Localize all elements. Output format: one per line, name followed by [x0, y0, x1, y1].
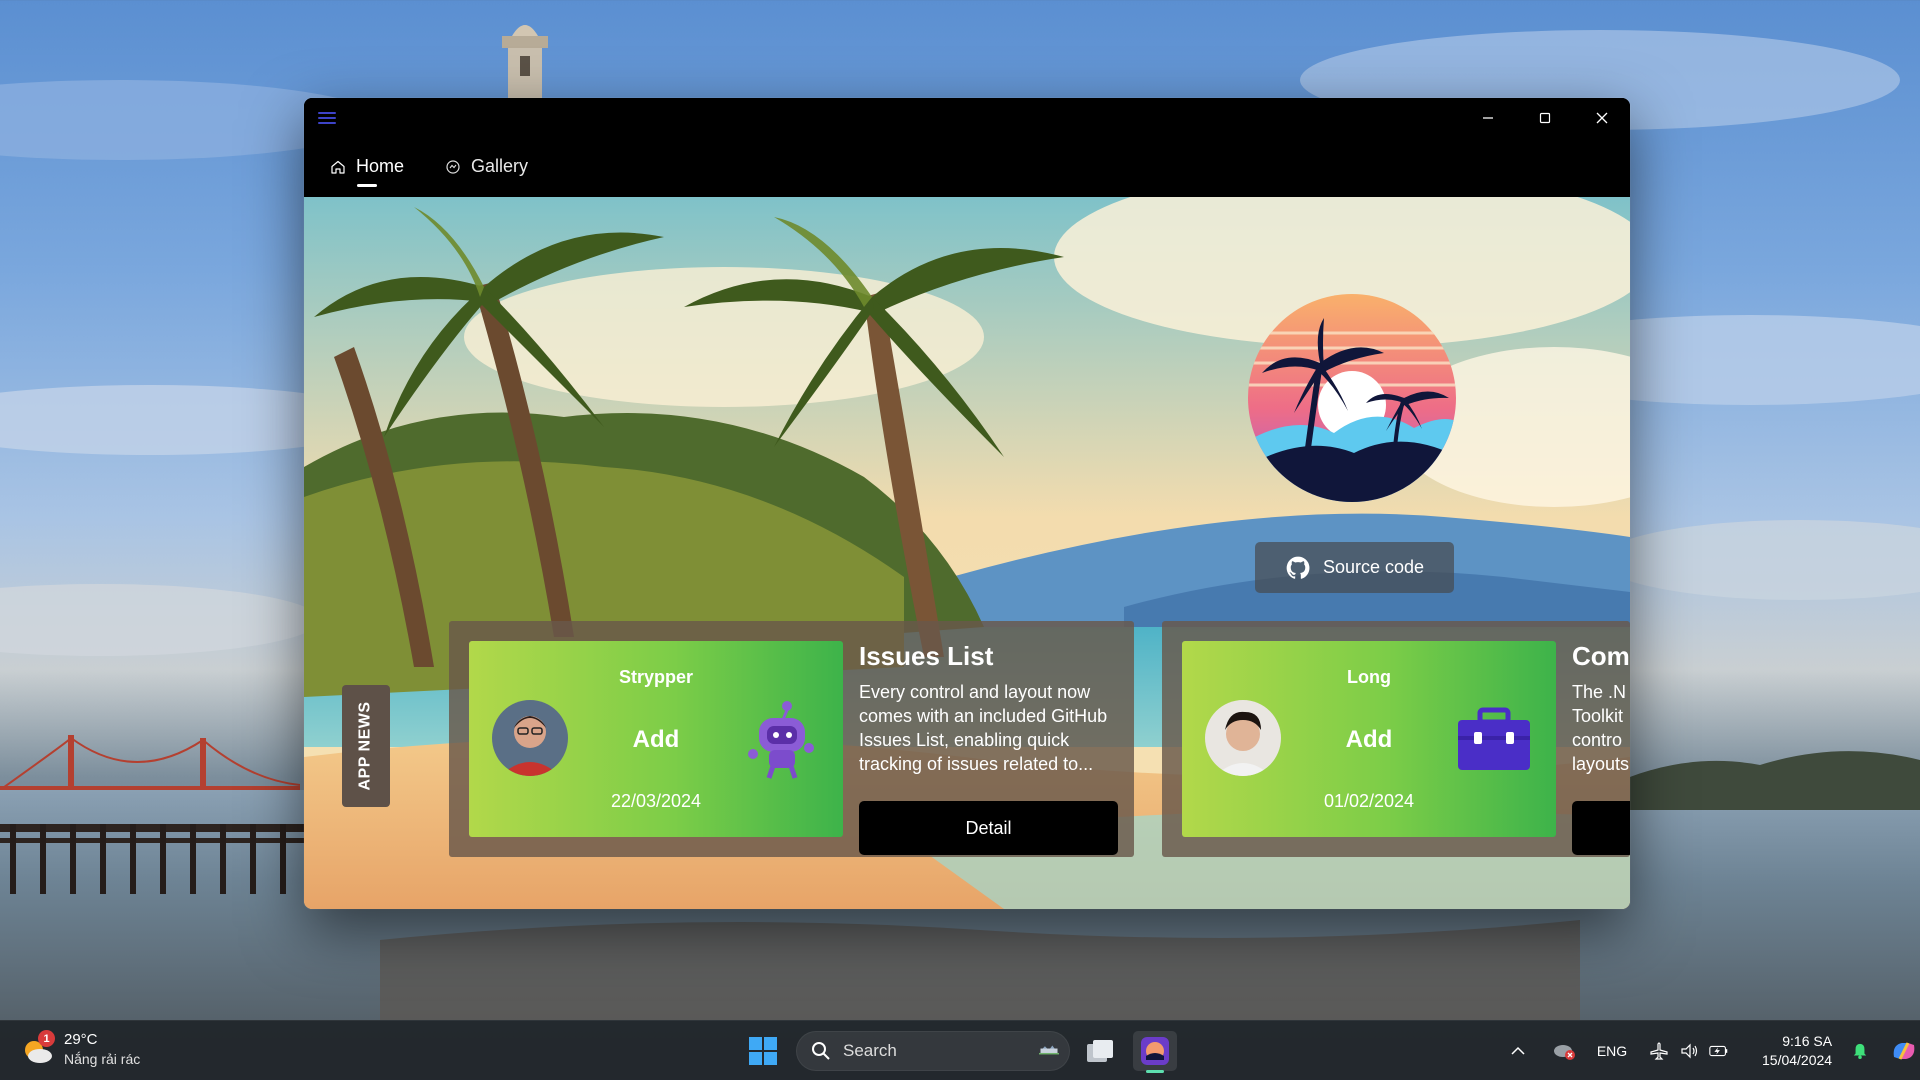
clock-date: 15/04/2024 — [1762, 1052, 1833, 1068]
weather-text: 29°C Nắng rải rác — [64, 1031, 140, 1069]
news-description: Every control and layout now comes with … — [859, 682, 1108, 774]
app-news-tab[interactable]: APP NEWS — [342, 685, 390, 807]
weather-widget[interactable]: 1 29°C Nắng rải rác — [20, 1030, 140, 1069]
gallery-icon — [446, 159, 460, 174]
news-content: Issues List Every control and layout now… — [859, 641, 1124, 855]
taskbar-app-active[interactable] — [1133, 1031, 1177, 1071]
top-navigation: Home Gallery — [304, 138, 1630, 197]
hamburger-menu-icon[interactable] — [318, 109, 336, 125]
news-description-line: The .N — [1572, 682, 1627, 702]
hero-banner: Source code APP NEWS Strypper Add 22/03/… — [304, 197, 1630, 909]
briefcase-icon — [1458, 707, 1530, 770]
search-icon — [812, 1042, 830, 1060]
news-author: Strypper — [618, 667, 694, 687]
weather-icon: 1 — [20, 1030, 56, 1068]
search-placeholder: Search — [843, 1041, 897, 1060]
maximize-icon — [1539, 112, 1550, 124]
tower — [502, 25, 548, 100]
system-tray: ENG 9:16 SA 15/04/2024 — [1500, 1021, 1920, 1080]
maximize-button[interactable] — [1516, 98, 1573, 138]
app-window: Home Gallery Source code APP NEWS Strypp… — [304, 98, 1630, 909]
nav-item-home[interactable]: Home — [330, 156, 404, 177]
chevron-up-icon — [1511, 1046, 1525, 1055]
hills — [1600, 751, 1920, 810]
github-icon — [1286, 556, 1310, 579]
beach-rocks — [380, 920, 1580, 1020]
close-button[interactable] — [1573, 98, 1630, 138]
pier — [0, 824, 310, 894]
minimize-icon — [1482, 117, 1493, 119]
speaker-icon — [1681, 1043, 1698, 1059]
notifications-button[interactable] — [1840, 1042, 1880, 1060]
nav-item-gallery[interactable]: Gallery — [445, 156, 528, 177]
airplane-icon — [1650, 1042, 1668, 1060]
windows-start-icon[interactable] — [748, 1036, 778, 1066]
onedrive-status[interactable] — [1544, 1041, 1584, 1061]
close-icon — [1596, 112, 1607, 124]
app-news-label: APP NEWS — [357, 701, 374, 791]
clock-time: 9:16 SA — [1782, 1033, 1833, 1049]
home-icon — [331, 160, 345, 174]
news-description: The .N Toolkit contro layouts — [1572, 680, 1630, 776]
copilot-button[interactable] — [1884, 1037, 1920, 1065]
app-taskbar-icon — [1141, 1037, 1169, 1065]
active-app-indicator — [1146, 1070, 1164, 1073]
news-date: 22/03/2024 — [610, 791, 702, 811]
weather-notification-badge: 1 — [38, 1030, 55, 1047]
airplane-mode-status[interactable] — [1644, 1041, 1674, 1061]
news-description-line: contro — [1572, 730, 1623, 750]
minimize-button[interactable] — [1459, 98, 1516, 138]
news-description-line: Toolkit — [1572, 706, 1624, 726]
nav-item-label: Gallery — [471, 156, 529, 176]
news-card[interactable]: Strypper Add 22/03/2024 — [469, 641, 843, 837]
language-indicator[interactable]: ENG — [1588, 1043, 1636, 1059]
taskbar-app-file-explorer[interactable] — [1078, 1031, 1122, 1071]
news-content: Com The .N Toolkit contro layouts — [1572, 641, 1630, 855]
app-logo — [1248, 294, 1456, 502]
news-title: Com — [1572, 641, 1630, 671]
news-author: Long — [1347, 667, 1391, 687]
robot-mascot-icon — [748, 701, 814, 779]
volume-control[interactable] — [1674, 1041, 1704, 1061]
window-stack-icon — [1087, 1040, 1113, 1062]
taskbar: 1 29°C Nắng rải rác Search ENG 9:16 SA 1… — [0, 1020, 1920, 1080]
bell-icon — [1853, 1043, 1867, 1059]
battery-status[interactable] — [1704, 1043, 1734, 1059]
weather-description: Nắng rải rác — [64, 1051, 141, 1067]
copilot-icon — [1893, 1042, 1915, 1060]
cloud-error-icon — [1554, 1045, 1575, 1060]
search-highlight-image — [1039, 1045, 1059, 1055]
taskbar-search[interactable]: Search — [796, 1031, 1070, 1071]
news-card[interactable]: Long Add 01/02/2024 — [1182, 641, 1556, 837]
selected-nav-indicator — [357, 184, 377, 187]
battery-charging-icon — [1709, 1045, 1728, 1057]
show-hidden-icons-button[interactable] — [1500, 1046, 1536, 1056]
nav-item-label: Home — [356, 156, 405, 176]
detail-button[interactable] — [1572, 801, 1630, 855]
news-item: Long Add 01/02/2024 Com The .N Toolkit c… — [1162, 621, 1630, 857]
news-item: Strypper Add 22/03/2024 Issues List Ever… — [449, 621, 1134, 857]
news-description-line: layouts — [1572, 754, 1630, 774]
weather-temperature: 29°C — [64, 1031, 98, 1048]
title-bar[interactable] — [304, 98, 1630, 138]
news-title: Issues List — [859, 641, 994, 671]
source-code-button[interactable]: Source code — [1255, 542, 1454, 593]
source-code-label: Source code — [1322, 557, 1425, 577]
window-controls — [1459, 98, 1630, 138]
news-date: 01/02/2024 — [1323, 791, 1415, 811]
detail-button[interactable]: Detail — [859, 801, 1118, 855]
system-clock[interactable]: 9:16 SA 15/04/2024 — [1762, 1032, 1832, 1070]
